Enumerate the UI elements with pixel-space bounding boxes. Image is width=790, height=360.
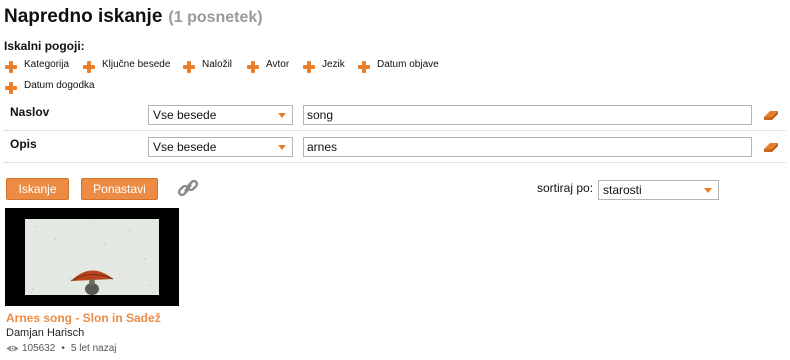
description-mode-select[interactable]: Vse besede: [148, 137, 293, 157]
criterion-label: Avtor: [266, 59, 290, 70]
video-meta: 105632 • 5 let nazaj: [6, 343, 116, 354]
criterion-keywords[interactable]: Ključne besede: [83, 56, 170, 73]
video-thumbnail[interactable]: [5, 208, 179, 306]
criterion-language[interactable]: Jezik: [303, 56, 345, 73]
chevron-down-icon: [278, 145, 286, 150]
criterion-publish-date[interactable]: Datum objave: [358, 56, 439, 73]
sort-label: sortiraj po:: [537, 181, 594, 195]
select-value: Vse besede: [153, 140, 217, 154]
page-header: Napredno iskanje (1 posnetek): [4, 6, 263, 28]
input-value: arnes: [307, 140, 338, 154]
search-button[interactable]: Iskanje: [6, 178, 69, 200]
link-icon[interactable]: [176, 176, 200, 200]
umbrella-scene-image: [25, 219, 159, 295]
field-row-title: Naslov Vse besede song: [4, 99, 786, 131]
description-input[interactable]: arnes: [303, 137, 752, 157]
plus-icon: [303, 61, 315, 73]
video-title-link[interactable]: Arnes song - Slon in Sadež: [6, 311, 161, 325]
eraser-icon[interactable]: [763, 109, 779, 121]
result-count: (1 posnetek): [168, 9, 263, 26]
criterion-label: Ključne besede: [102, 59, 171, 70]
title-input[interactable]: song: [303, 105, 752, 125]
eye-icon: [6, 345, 19, 352]
chevron-down-icon: [278, 113, 286, 118]
select-value: Vse besede: [153, 108, 217, 122]
title-mode-select[interactable]: Vse besede: [148, 105, 293, 125]
reset-button[interactable]: Ponastavi: [81, 178, 158, 200]
plus-icon: [5, 61, 17, 73]
advanced-search-page: Napredno iskanje (1 posnetek) Iskalni pog…: [0, 0, 790, 360]
plus-icon: [83, 61, 95, 73]
view-count: 105632: [22, 343, 56, 354]
field-row-description: Opis Vse besede arnes: [4, 131, 786, 163]
plus-icon: [5, 82, 17, 94]
criterion-author[interactable]: Avtor: [247, 56, 289, 73]
criterion-category[interactable]: Kategorija: [5, 56, 69, 73]
page-title: Napredno iskanje: [4, 6, 163, 27]
criterion-label: Jezik: [322, 59, 345, 70]
thumbnail-image: [25, 219, 159, 295]
video-author: Damjan Harisch: [6, 327, 85, 339]
sort-select[interactable]: starosti: [598, 180, 719, 200]
chevron-down-icon: [704, 188, 712, 193]
eraser-icon[interactable]: [763, 141, 779, 153]
criterion-label: Datum dogodka: [24, 80, 95, 91]
criterion-uploader[interactable]: Naložil: [183, 56, 232, 73]
field-label: Opis: [10, 137, 37, 151]
criterion-event-date[interactable]: Datum dogodka: [5, 77, 95, 94]
criterion-label: Kategorija: [24, 59, 70, 70]
select-value: starosti: [603, 183, 642, 197]
input-value: song: [307, 108, 334, 122]
plus-icon: [183, 61, 195, 73]
separator-dot: •: [61, 343, 65, 354]
criteria-label: Iskalni pogoji:: [4, 39, 85, 53]
video-age: 5 let nazaj: [70, 343, 117, 354]
field-label: Naslov: [10, 105, 50, 119]
plus-icon: [358, 61, 370, 73]
criterion-label: Datum objave: [377, 59, 439, 70]
criterion-label: Naložil: [202, 59, 233, 70]
plus-icon: [247, 61, 259, 73]
